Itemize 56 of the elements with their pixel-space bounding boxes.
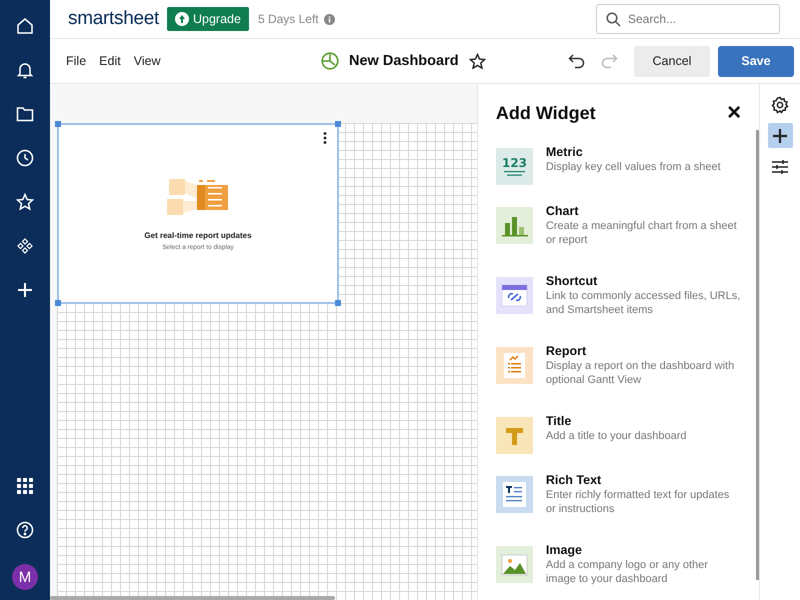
report-illustration (167, 176, 229, 214)
widget-type-description: Add a company logo or any other image to your dashboard (546, 558, 709, 586)
close-button[interactable]: × (727, 101, 742, 125)
dashboard-title[interactable]: New Dashboard (349, 53, 459, 69)
widget-type-description: Add a title to your dashboard (546, 429, 688, 443)
widget-heading: Get real-time report updates (144, 230, 252, 240)
richtext-widget-icon[interactable] (496, 476, 533, 513)
resize-handle[interactable] (55, 300, 61, 306)
report-widget-icon[interactable] (496, 347, 533, 384)
scrollbar[interactable] (756, 130, 760, 580)
widget-type-name[interactable]: Report (546, 343, 741, 359)
more-icon[interactable] (323, 132, 327, 144)
apps-icon[interactable] (16, 477, 34, 495)
image-widget-icon[interactable] (496, 546, 533, 583)
widget-type-description: Display a report on the dashboard with optional Gantt View (546, 359, 736, 387)
metric-widget-icon[interactable]: 123 (496, 148, 533, 185)
info-icon[interactable] (324, 14, 335, 24)
dashboard-icon (321, 52, 339, 70)
scrollbar[interactable] (50, 596, 335, 600)
resize-handle[interactable] (335, 121, 341, 127)
trial-days-text: 5 Days Left (258, 12, 319, 26)
plus-icon[interactable] (16, 281, 34, 299)
menu-item[interactable]: View (134, 54, 161, 68)
upgrade-button[interactable]: Upgrade (166, 7, 249, 31)
widget-type-description: Display key cell values from a sheet (546, 160, 722, 174)
search-field[interactable]: Search... (596, 4, 780, 34)
menu-item[interactable]: Edit (99, 54, 121, 68)
widget-type-description: Create a meaningful chart from a sheet or report (546, 219, 738, 247)
resize-handle[interactable] (55, 121, 61, 127)
widget-type-name[interactable]: Chart (546, 203, 741, 219)
home-icon[interactable] (16, 17, 34, 35)
widget-type-description: Link to commonly accessed files, URLs, and Smartsheet items (546, 289, 741, 317)
undo-icon[interactable] (568, 53, 586, 69)
menu-item[interactable]: File (66, 54, 86, 68)
widget-type-name[interactable]: Shortcut (546, 273, 741, 289)
star-icon[interactable] (468, 52, 486, 70)
save-button[interactable]: Save (718, 46, 794, 76)
widget-type-name[interactable]: Metric (546, 144, 741, 160)
help-icon[interactable] (16, 521, 34, 539)
panel-title: Add Widget (496, 102, 596, 124)
search-icon (606, 12, 621, 27)
upgrade-icon (174, 12, 189, 26)
cancel-button[interactable]: Cancel (634, 46, 710, 76)
folder-icon[interactable] (16, 105, 34, 123)
widget-type-name[interactable]: Rich Text (546, 472, 741, 488)
widget-type-name[interactable]: Title (546, 413, 741, 429)
widget-type-name[interactable]: Image (546, 542, 741, 558)
resize-handle[interactable] (335, 300, 341, 306)
user-avatar[interactable]: M (12, 564, 38, 590)
shortcut-widget-icon[interactable] (496, 277, 533, 314)
widget-type-description: Enter richly formatted text for updates or instructions (546, 488, 730, 516)
logo[interactable]: smartsheet (68, 8, 159, 30)
clock-icon[interactable] (16, 149, 34, 167)
diamonds-icon[interactable] (16, 237, 34, 255)
chart-widget-icon[interactable] (496, 207, 533, 244)
bell-icon[interactable] (16, 61, 34, 79)
